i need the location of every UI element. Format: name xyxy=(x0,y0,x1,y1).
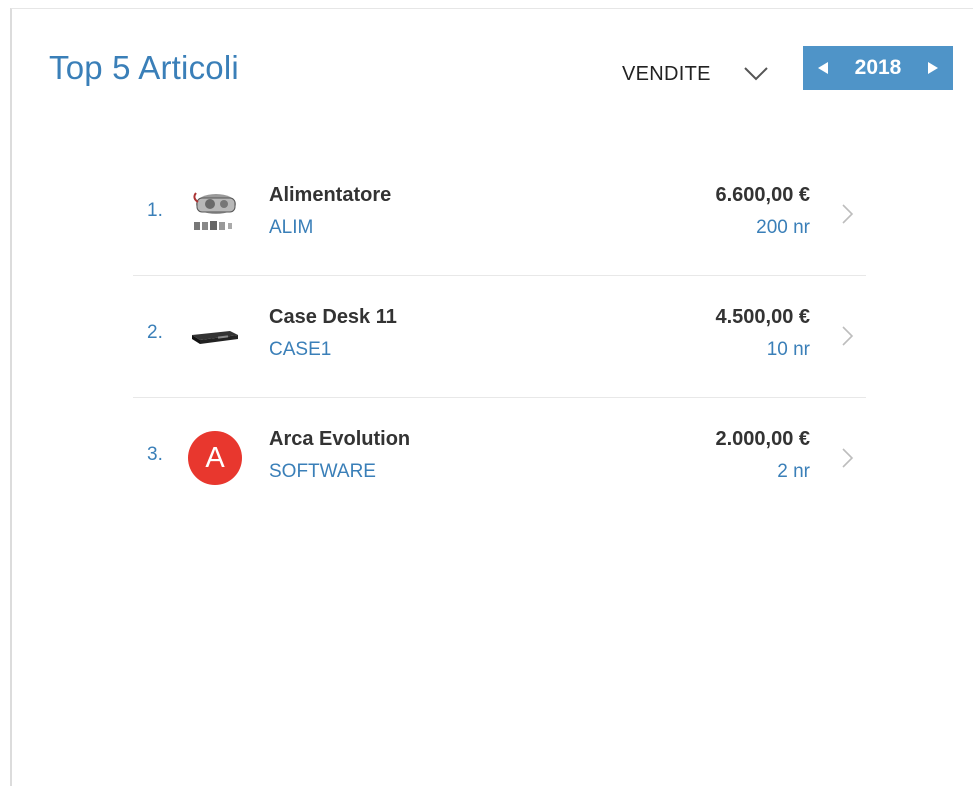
previous-year-button[interactable] xyxy=(815,60,831,76)
chevron-right-icon xyxy=(840,325,854,347)
triangle-left-icon xyxy=(818,62,828,74)
article-rank: 3. xyxy=(147,444,163,465)
article-code: ALIM xyxy=(269,217,314,238)
article-amount: 6.600,00 € xyxy=(715,184,810,206)
article-code: CASE1 xyxy=(269,339,332,360)
next-year-button[interactable] xyxy=(925,60,941,76)
top-articles-widget: Top 5 Articoli VENDITE 2018 1. Alimentat… xyxy=(10,8,973,786)
chevron-right-icon xyxy=(840,447,854,469)
article-name: Case Desk 11 xyxy=(269,306,397,328)
year-navigator: 2018 xyxy=(803,46,953,90)
article-quantity: 2 nr xyxy=(777,461,810,482)
article-quantity: 200 nr xyxy=(756,217,810,238)
article-quantity: 10 nr xyxy=(766,339,810,360)
article-name: Arca Evolution xyxy=(269,428,411,450)
article-row[interactable]: 2. Case Desk 11 CASE1 4.500,00 € 10 nr xyxy=(133,276,866,398)
metric-dropdown[interactable]: VENDITE xyxy=(622,57,769,91)
avatar-letter: A xyxy=(188,431,242,485)
year-label: 2018 xyxy=(854,56,902,79)
article-rank: 2. xyxy=(147,322,163,343)
articles-list: 1. Alimentatore ALIM 6.600,00 € 200 nr 2… xyxy=(133,154,866,519)
article-amount: 2.000,00 € xyxy=(715,428,810,450)
article-row[interactable]: 3. A Arca Evolution SOFTWARE 2.000,00 € … xyxy=(133,398,866,519)
article-rank: 1. xyxy=(147,200,163,221)
article-amount: 4.500,00 € xyxy=(715,306,810,328)
power-supply-image xyxy=(188,188,242,240)
article-name: Alimentatore xyxy=(269,184,392,206)
metric-dropdown-label: VENDITE xyxy=(622,62,711,85)
article-code: SOFTWARE xyxy=(269,461,376,482)
widget-title: Top 5 Articoli xyxy=(49,49,239,86)
letter-avatar: A xyxy=(188,431,242,485)
desktop-case-image xyxy=(188,310,242,362)
triangle-right-icon xyxy=(928,62,938,74)
article-row[interactable]: 1. Alimentatore ALIM 6.600,00 € 200 nr xyxy=(133,154,866,276)
chevron-down-icon xyxy=(743,65,769,83)
chevron-right-icon xyxy=(840,203,854,225)
